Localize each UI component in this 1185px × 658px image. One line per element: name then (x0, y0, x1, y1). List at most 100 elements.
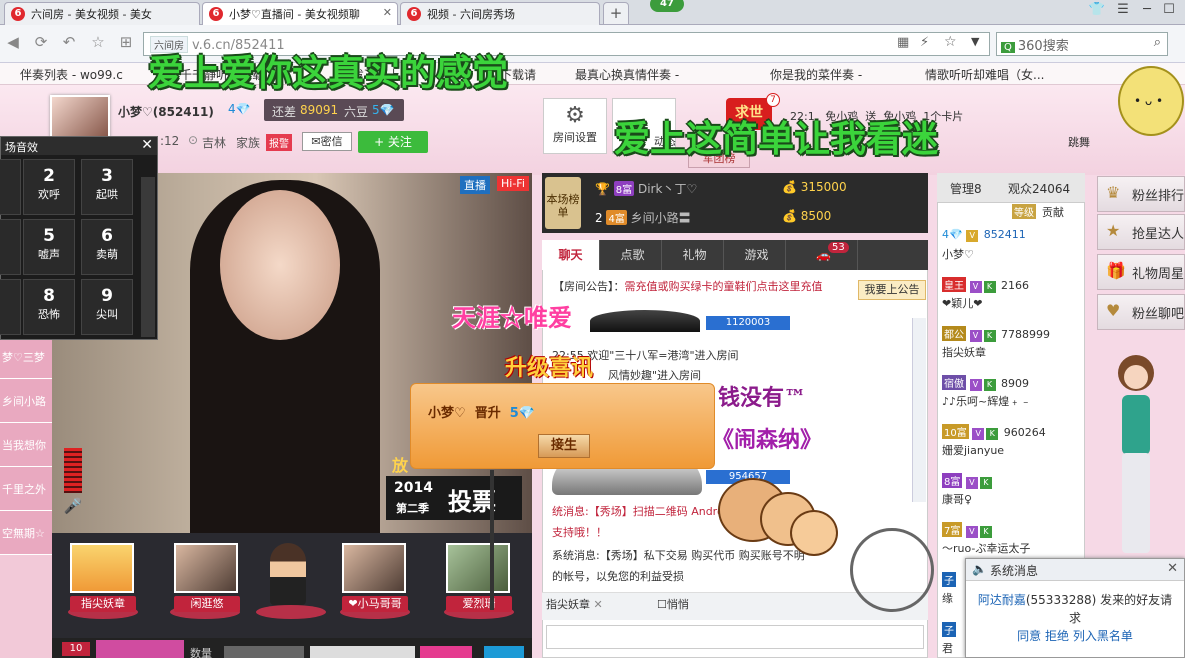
sound-button[interactable]: 9 尖叫 (81, 279, 133, 335)
refresh-icon[interactable]: ⟳ (30, 33, 52, 53)
back-icon[interactable]: ◀ (2, 33, 24, 53)
audience-row[interactable]: 子 (942, 622, 964, 637)
maximize-icon[interactable]: ☐ (1158, 2, 1180, 20)
notification-badge[interactable]: 47 (650, 0, 684, 12)
user-nick[interactable]: 康哥♀ (942, 491, 1082, 507)
chevron-down-icon[interactable]: ▼ (971, 35, 979, 48)
sound-button[interactable]: 5 嘘声 (23, 219, 75, 275)
rank-row[interactable]: 🏆 8富 Dirk丶丁♡ (595, 180, 697, 197)
audience-row[interactable]: 8富 VK (942, 473, 1082, 489)
fan-chat-button[interactable]: ♥ 粉丝聊吧 (1097, 294, 1185, 330)
send-gift-button[interactable] (420, 646, 472, 658)
chat-target[interactable]: 指尖妖章 ✕ (546, 596, 603, 612)
tab-songs[interactable]: 点歌 (604, 240, 662, 270)
audience-row[interactable]: 宿傲 VK 8909 (942, 375, 1082, 391)
bookmark-star-icon[interactable]: ☆ (944, 34, 957, 50)
close-icon[interactable]: ✕ (1167, 561, 1178, 576)
browser-tab-1[interactable]: 6 六间房 - 美女视频 - 美女 (4, 2, 200, 25)
chat-scrollbar[interactable] (912, 318, 926, 502)
requester-name[interactable]: 阿达耐嘉 (978, 593, 1026, 607)
chat-input[interactable] (546, 625, 924, 649)
follow-button[interactable]: + 关注 (358, 131, 428, 153)
grade-sort-button[interactable]: 等级 (1012, 204, 1036, 219)
audience-row[interactable]: 4💎 V 852411 (942, 228, 1082, 242)
user-nick[interactable]: 君 (942, 640, 964, 656)
whisper-checkbox[interactable]: ☐悄悄 (657, 596, 689, 612)
bookmark-item[interactable]: 你是我的菜伴奏 - (770, 66, 862, 83)
tab-audience[interactable]: 观众24064 (1008, 180, 1070, 197)
family-label[interactable]: 家族 (236, 134, 260, 151)
audience-row[interactable]: 7富 VK (942, 522, 1082, 538)
user-nick[interactable]: ♪♪乐呵~辉煌﹢﹣ (942, 393, 1082, 409)
bookmark-item[interactable]: 最真心换真情伴奏 - (575, 66, 679, 83)
qr-code-icon[interactable]: ▦ (897, 35, 909, 50)
minimize-icon[interactable]: ─ (1136, 2, 1158, 20)
gift-weekly-star-button[interactable]: 🎁 礼物周星 (1097, 254, 1185, 290)
hifi-tag[interactable]: Hi-Fi (497, 176, 529, 191)
sound-button[interactable]: 声 (0, 219, 21, 275)
rank-sidebar-item[interactable]: 当我想你 (0, 423, 52, 467)
user-nick[interactable]: 指尖妖章 (942, 344, 1082, 360)
rank-sidebar-item[interactable]: 千里之外 (0, 467, 52, 511)
room-notice[interactable]: 【房间公告】：需充值或购买绿卡的童鞋们点击这里充值 (553, 278, 873, 294)
congratulate-button[interactable]: 接生 (538, 434, 590, 458)
lightning-icon[interactable]: ⚡ (920, 35, 929, 50)
audience-row[interactable]: 子 (942, 572, 964, 587)
search-input[interactable]: Q 360搜索 ⌕ (996, 32, 1168, 56)
guest-seat[interactable] (258, 543, 318, 605)
blacklist-link[interactable]: 列入黑名单 (1073, 629, 1133, 643)
user-nick[interactable]: 〜ruo-ぷ幸运太子 (942, 540, 1082, 556)
tab-games[interactable]: 游戏 (728, 240, 786, 270)
close-tab-icon[interactable]: ✕ (383, 6, 392, 19)
guest-seat[interactable]: ❤小马哥哥 (342, 543, 408, 612)
browser-tab-3[interactable]: 6 视频 - 六间房秀场 (400, 2, 600, 25)
microphone-icon[interactable]: 🎤 (62, 497, 84, 519)
sound-button[interactable]: 声 (0, 159, 21, 215)
gift-box-icon[interactable] (96, 640, 184, 658)
private-message-button[interactable]: ✉密信 (302, 132, 352, 151)
shirt-icon[interactable]: 👕 (1086, 2, 1108, 20)
tab-chat[interactable]: 聊天 (542, 240, 600, 270)
tab-gifts[interactable]: 礼物 (666, 240, 724, 270)
sound-panel-scrollbar[interactable] (141, 177, 155, 337)
new-tab-button[interactable]: + (603, 2, 629, 25)
search-icon[interactable]: ⌕ (1154, 35, 1161, 50)
undo-icon[interactable]: ↶ (58, 33, 80, 53)
user-nick[interactable]: 缘 (942, 590, 964, 606)
reject-link[interactable]: 拒绝 (1045, 629, 1069, 643)
bookmark-item[interactable]: 情歌听听却难唱（女... (925, 66, 1044, 83)
sound-button[interactable]: 3 起哄 (81, 159, 133, 215)
close-icon[interactable]: ✕ (141, 137, 153, 153)
favorite-icon[interactable]: ☆ (87, 33, 109, 53)
audience-row[interactable]: 10富 VK 960264 (942, 424, 1082, 440)
quantity-input[interactable] (224, 646, 304, 658)
rank-row[interactable]: 2 4富 乡间小路〓 (595, 209, 691, 226)
sound-button[interactable]: 8 恐怖 (23, 279, 75, 335)
user-nick[interactable]: ❤颖儿❤ (942, 295, 1082, 311)
bookmark-item[interactable]: 伴奏列表 - wo99.c (20, 66, 123, 83)
accept-link[interactable]: 同意 (1017, 629, 1041, 643)
sound-button[interactable]: 2 欢呼 (23, 159, 75, 215)
report-button[interactable]: 报警 (266, 134, 292, 151)
volume-meter[interactable] (64, 448, 82, 493)
fan-ranking-button[interactable]: ♛ 粉丝排行 (1097, 176, 1185, 212)
clear-target-icon[interactable]: ✕ (594, 598, 603, 611)
apps-grid-icon[interactable]: ⊞ (115, 33, 137, 53)
user-nick[interactable]: 小梦♡ (942, 246, 1082, 262)
host-name[interactable]: 小梦♡(852411) (118, 103, 214, 120)
browser-tab-2[interactable]: 6 小梦♡直播间 - 美女视频聊 ✕ (202, 2, 398, 25)
room-settings-button[interactable]: ⚙ 房间设置 (543, 98, 607, 154)
star-expert-button[interactable]: ★ 抢星达人 (1097, 214, 1185, 250)
rank-sidebar-item[interactable]: 乡间小路 (0, 379, 52, 423)
rank-sidebar-item[interactable]: 梦♡三梦 (0, 335, 52, 379)
guest-seat[interactable]: 闲逛悠 (174, 543, 240, 612)
contribution-sort-button[interactable]: 贡献 (1042, 204, 1064, 220)
user-nick[interactable]: 姗爱jianyue (942, 442, 1082, 458)
audience-row[interactable]: 皇王 VK 2166 (942, 277, 1082, 293)
tab-admins[interactable]: 管理8 (950, 180, 982, 197)
recipient-input[interactable] (310, 646, 415, 658)
guest-seat[interactable]: 指尖妖章 (70, 543, 136, 612)
more-gift-button[interactable] (484, 646, 524, 658)
sound-button[interactable]: 舞 (0, 279, 21, 335)
post-notice-button[interactable]: 我要上公告 (858, 280, 926, 300)
